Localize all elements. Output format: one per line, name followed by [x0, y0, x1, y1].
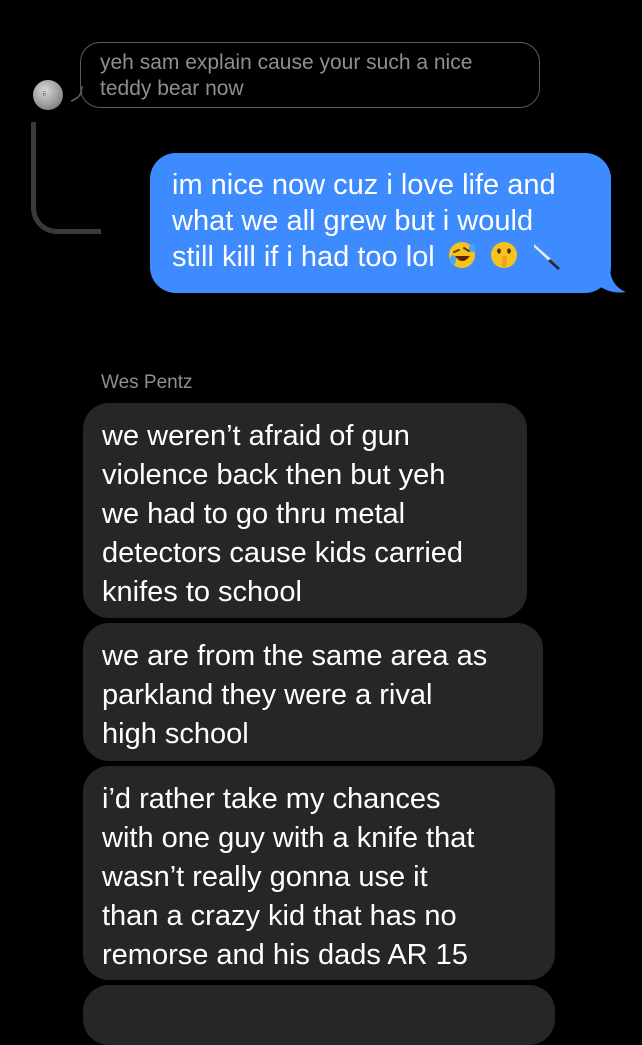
message-line: we are from the same area as [102, 640, 488, 672]
message-line: knifes to school [102, 576, 302, 608]
rolling-on-floor-laughing-emoji [448, 242, 475, 268]
message-line: with one guy with a knife that [102, 822, 475, 854]
received-message-bubble[interactable]: i’d rather take my chances with one guy … [83, 766, 555, 980]
message-line: remorse and his dads AR 15 [102, 939, 468, 971]
sent-message-line: still kill if i had too lol [172, 241, 435, 273]
sent-message-line-3: still kill if i had too lol [172, 239, 591, 275]
message-line: than a crazy kid that has no [102, 900, 457, 932]
quoted-message-line: teddy bear now [100, 77, 244, 100]
quoted-message-bubble[interactable]: yeh sam explain cause your such a nice t… [80, 42, 540, 108]
message-line: violence back then but yeh [102, 459, 446, 491]
received-message-bubble-partial[interactable] [83, 985, 555, 1045]
message-line: detectors cause kids carried [102, 537, 464, 569]
message-line: high school [102, 718, 249, 750]
avatar-image: ⠿ [42, 91, 48, 98]
message-line: we had to go thru metal [102, 498, 406, 530]
shushing-face-emoji [490, 242, 517, 268]
sender-name: Wes Pentz [101, 372, 193, 393]
sent-message-bubble[interactable]: im nice now cuz i love life and what we … [150, 153, 611, 293]
message-line: parkland they were a rival [102, 679, 433, 711]
quoted-message-line: yeh sam explain cause your such a nice [100, 51, 473, 74]
received-message-bubble[interactable]: we are from the same area as parkland th… [83, 623, 543, 761]
sent-message-line: im nice now cuz i love life and [172, 169, 556, 201]
reply-thread-line [31, 122, 101, 234]
knife-emoji [533, 244, 560, 270]
message-line: we weren’t afraid of gun [102, 420, 410, 452]
avatar[interactable]: ⠿ [33, 80, 63, 110]
message-line: wasn’t really gonna use it [102, 861, 428, 893]
message-line: i’d rather take my chances [102, 783, 441, 815]
received-message-bubble[interactable]: we weren’t afraid of gun violence back t… [83, 403, 527, 618]
sent-message-line: what we all grew but i would [172, 205, 534, 237]
